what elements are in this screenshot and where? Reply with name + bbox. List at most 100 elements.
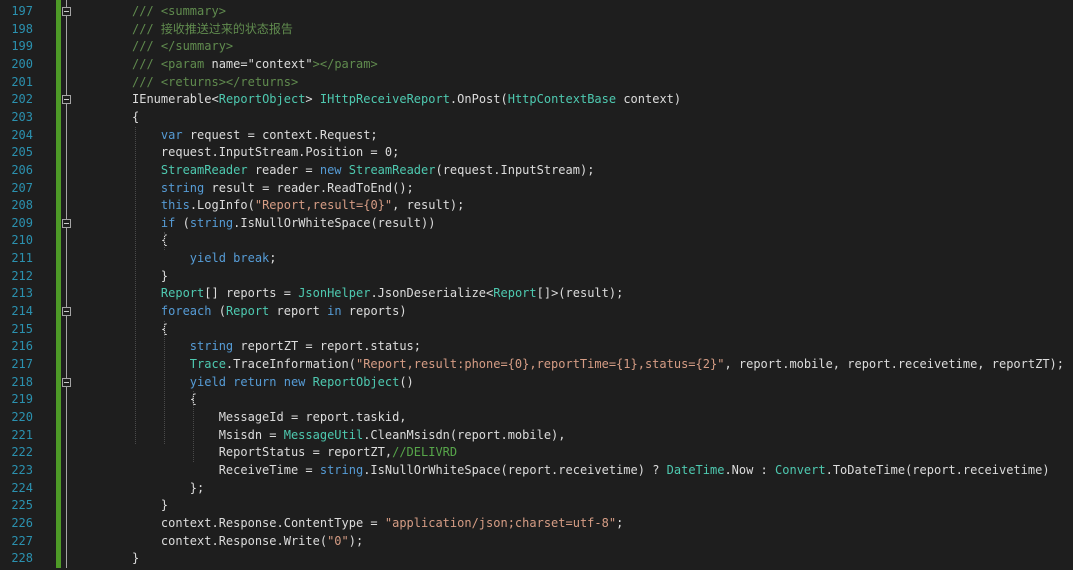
line-number: 205 [11, 145, 33, 160]
code-line: Report[] reports = JsonHelper.JsonDeseri… [132, 285, 623, 303]
code-token: Report [493, 286, 537, 301]
code-line: { [132, 321, 168, 339]
code-line: context.Response.Write("0"); [132, 533, 363, 551]
code-token: string [319, 462, 364, 477]
code-area[interactable]: /// <summary>/// 接收推送过来的状态报告/// </summar… [76, 0, 1073, 570]
line-number: 225 [11, 498, 33, 513]
code-token: StreamReader [160, 162, 248, 177]
collapse-icon[interactable] [62, 95, 71, 105]
code-token: ); [348, 533, 364, 548]
code-token: .IsNullOrWhiteSpace(result)) [233, 215, 436, 230]
code-token: } [132, 551, 140, 566]
line-number: 211 [11, 251, 33, 266]
code-token: < [211, 92, 219, 107]
collapse-icon[interactable] [62, 307, 71, 317]
code-line: { [132, 109, 139, 127]
line-number: 228 [11, 551, 33, 566]
line-number: 203 [11, 109, 33, 124]
code-token: MessageId = report.taskid, [132, 409, 407, 424]
code-token: var [160, 127, 183, 142]
code-line: { [132, 232, 168, 250]
line-number: 206 [11, 162, 33, 177]
code-token: reportZT = report.status; [233, 339, 421, 354]
code-token: } [132, 498, 169, 513]
code-token: "context" [247, 56, 313, 71]
outline-guide [66, 0, 67, 568]
collapse-icon[interactable] [62, 377, 71, 387]
line-number: 210 [11, 233, 33, 248]
indent-guide [135, 126, 136, 445]
indent-guide [163, 320, 165, 445]
line-number: 221 [11, 427, 33, 442]
code-token: <param [160, 56, 212, 71]
code-token: reports) [341, 304, 407, 319]
code-token: "0" [327, 533, 349, 548]
code-token: ReportObject [218, 92, 306, 107]
line-number: 215 [11, 321, 33, 336]
line-number: 207 [11, 180, 33, 195]
code-token: /// [132, 39, 161, 54]
code-token: .TraceInformation( [225, 357, 356, 371]
code-line: }; [132, 480, 204, 498]
change-indicator-bar [56, 0, 61, 568]
code-token: { [132, 233, 169, 248]
code-token: > [305, 92, 320, 107]
code-token: ; [269, 251, 277, 266]
code-token: in [327, 304, 342, 319]
code-line: } [132, 268, 168, 286]
code-token: ReportObject [312, 374, 400, 389]
code-token: yield return new [189, 374, 306, 389]
line-number: 202 [11, 92, 33, 107]
code-line: } [132, 497, 168, 515]
code-token: if [160, 215, 176, 230]
code-line: string reportZT = report.status; [132, 338, 421, 356]
line-number: 209 [11, 215, 33, 230]
code-token: report [269, 304, 328, 319]
code-token: }; [132, 480, 205, 495]
code-token: HttpContextBase [507, 92, 617, 107]
line-number: 214 [11, 304, 33, 319]
code-token: "application/json;charset=utf-8" [384, 515, 617, 530]
code-editor[interactable]: 197 198 199 200 201 202 203 204 205 206 207 208 209 2… [0, 0, 1073, 570]
code-token: .IsNullOrWhiteSpace(report.receivetime) … [363, 462, 667, 477]
code-line: Msisdn = MessageUtil.CleanMsisdn(report.… [132, 427, 566, 445]
code-line: Trace.TraceInformation("Report,result:ph… [132, 356, 1064, 374]
code-token: /// 接收推送过来的状态报告 [132, 21, 293, 36]
code-line: StreamReader reader = new StreamReader(r… [132, 162, 595, 180]
line-number: 200 [11, 56, 33, 71]
collapse-icon[interactable] [62, 218, 71, 228]
code-token: ( [175, 215, 190, 230]
line-number: 226 [11, 515, 33, 530]
code-token: name= [211, 56, 248, 71]
code-token: .JsonDeserialize< [370, 286, 494, 301]
collapse-icon[interactable] [62, 7, 71, 16]
code-token: result = reader.ReadToEnd(); [204, 180, 414, 195]
code-line: foreach (Report report in reports) [132, 303, 407, 321]
code-token: context.Response.ContentType = [132, 515, 385, 530]
code-token: ReceiveTime = [132, 462, 320, 477]
code-line: /// <summary> [132, 3, 226, 21]
line-number: 223 [11, 462, 33, 477]
code-token: Report [225, 304, 270, 319]
code-line: } [132, 550, 139, 568]
code-line: /// <param name="context"></param> [132, 56, 378, 74]
code-token: "Report,result:phone={0},reportTime={1},… [355, 357, 725, 371]
line-number: 199 [11, 39, 33, 54]
code-line: yield return new ReportObject() [132, 374, 414, 392]
code-line: request.InputStream.Position = 0; [132, 144, 399, 162]
code-token: () [399, 374, 414, 389]
code-token: ReportStatus = reportZT, [132, 445, 393, 460]
code-line: string result = reader.ReadToEnd(); [132, 180, 414, 198]
indent-guide [192, 391, 194, 462]
code-line: yield break; [132, 250, 277, 268]
